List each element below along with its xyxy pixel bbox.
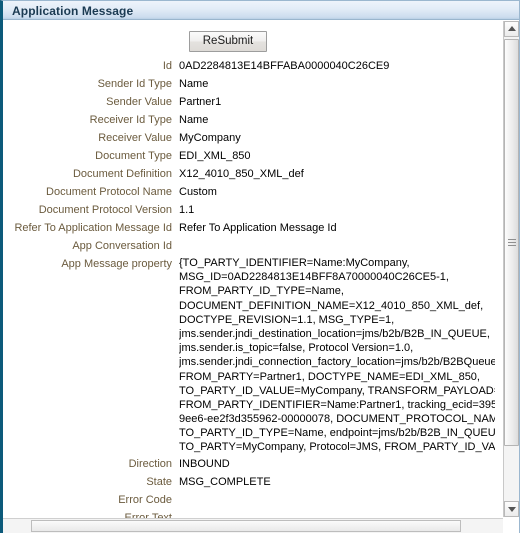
property-label: Receiver Value (98, 132, 172, 144)
property-value-line: DOCUMENT_DEFINITION_NAME=X12_4010_850_XM… (179, 299, 484, 312)
property-value-app-message-property: {TO_PARTY_IDENTIFIER=Name:MyCompany, MSG_… (179, 255, 495, 455)
property-row: Error Code (3, 491, 495, 509)
property-label: State (146, 475, 172, 488)
property-row: Document Type EDI_XML_850 (3, 147, 495, 165)
property-value-line: DOCTYPE_REVISION=1.1, MSG_TYPE=1, (179, 313, 395, 326)
property-label: App Conversation Id (72, 240, 172, 252)
property-row: Sender Id Type Name (3, 75, 495, 93)
property-value-line: FROM_PARTY=Partner1, DOCTYPE_NAME=EDI_XM… (179, 370, 480, 383)
property-value-line: jms.sender.jndi_connection_factory_locat… (179, 356, 495, 369)
resubmit-button[interactable]: ReSubmit (189, 31, 267, 52)
property-value: Name (179, 78, 209, 90)
property-row: Refer To Application Message Id Refer To … (3, 219, 495, 237)
property-value: MyCompany (179, 132, 241, 144)
panel-content: ReSubmit Id 0AD2284813E14BFFABA0000040C26… (3, 21, 519, 533)
property-value: Refer To Application Message Id (179, 222, 337, 234)
property-value: 1.1 (179, 204, 195, 216)
scroll-down-button[interactable] (504, 501, 519, 517)
property-value-line: MSG_ID=0AD2284813E14BFF8A70000040C26CE5-… (179, 271, 449, 284)
property-row: Id 0AD2284813E14BFFABA0000040C26CE9 (3, 57, 495, 75)
property-value-line: jms.sender.is_topic=false, Protocol Vers… (179, 342, 414, 355)
property-row: App Conversation Id (3, 237, 495, 255)
property-label: Sender Id Type (97, 78, 172, 90)
property-value-line: TO_PARTY_ID_VALUE=MyCompany, TRANSFORM_P… (179, 384, 495, 397)
property-row-app-message-property: App Message property {TO_PARTY_IDENTIFIER… (3, 255, 495, 455)
property-value-line: 9ee6-ee2f3d355962-00000078, DOCUMENT_PRO… (179, 413, 495, 426)
property-value-line: TO_PARTY_ID_TYPE=Name, endpoint=jms/b2b/… (179, 427, 495, 440)
property-label: Refer To Application Message Id (14, 222, 172, 234)
property-label: Receiver Id Type (89, 114, 172, 126)
property-row: Receiver Id Type Name (3, 111, 495, 129)
vertical-scrollbar[interactable] (503, 21, 519, 517)
arrow-up-icon (507, 26, 516, 31)
vertical-scroll-thumb[interactable] (504, 39, 519, 446)
property-value: Custom (179, 186, 217, 198)
property-row: Sender Value Partner1 (3, 93, 495, 111)
property-value: MSG_COMPLETE (179, 475, 271, 488)
property-value: Partner1 (179, 96, 222, 108)
arrow-down-icon (507, 507, 516, 512)
horizontal-scrollbar[interactable] (3, 518, 503, 533)
application-message-panel: Application Message ReSubmit Id 0AD228481… (0, 0, 520, 533)
property-label: Document Protocol Version (38, 204, 172, 216)
property-row: Receiver Value MyCompany (3, 129, 495, 147)
property-label: App Message property (61, 258, 172, 270)
property-value: X12_4010_850_XML_def (179, 168, 304, 180)
property-value: 0AD2284813E14BFFABA0000040C26CE9 (179, 60, 390, 72)
scroll-up-button[interactable] (504, 21, 519, 37)
property-label: Direction (128, 457, 172, 470)
property-label: Document Definition (72, 168, 172, 180)
property-label: Error Code (118, 493, 172, 506)
property-value-line: TO_PARTY=MyCompany, Protocol=JMS, FROM_P… (179, 441, 495, 454)
page-title: Application Message (12, 4, 134, 18)
property-row: Document Protocol Name Custom (3, 183, 495, 201)
property-row: Document Protocol Version 1.1 (3, 201, 495, 219)
property-value: INBOUND (179, 457, 230, 470)
property-label: Document Protocol Name (46, 186, 172, 198)
property-value-line: FROM_PARTY_ID_TYPE=Name, (179, 285, 344, 298)
toolbar: ReSubmit (3, 31, 495, 52)
property-row: Direction INBOUND (3, 455, 495, 473)
property-label: Id (162, 60, 172, 72)
property-list: Id 0AD2284813E14BFFABA0000040C26CE9 Sender… (3, 57, 495, 533)
horizontal-scroll-thumb[interactable] (31, 520, 461, 532)
property-label: Sender Value (106, 96, 172, 108)
panel-title-bar: Application Message (3, 1, 519, 20)
property-value-line: FROM_PARTY_IDENTIFIER=Name:Partner1, tra… (179, 398, 495, 411)
property-value: EDI_XML_850 (179, 150, 251, 162)
property-row: Document Definition X12_4010_850_XML_def (3, 165, 495, 183)
property-label: Document Type (95, 150, 172, 162)
property-value: Name (179, 114, 209, 126)
property-row: State MSG_COMPLETE (3, 473, 495, 491)
property-value-line: {TO_PARTY_IDENTIFIER=Name:MyCompany, (179, 257, 410, 269)
property-value-line: jms.sender.jndi_destination_location=jms… (179, 327, 490, 340)
scroll-grip-icon (507, 238, 516, 247)
